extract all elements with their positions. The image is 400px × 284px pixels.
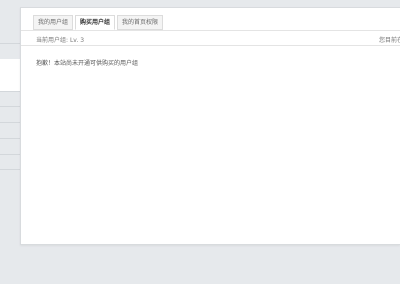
sidebar-divider	[0, 138, 20, 139]
tab-bar: 我的用户组 购买用户组 我的首页权限	[33, 15, 165, 30]
sidebar-divider	[0, 91, 20, 92]
sidebar-divider	[0, 43, 20, 44]
current-usergroup: 当前用户组: Lv. 3	[36, 35, 84, 44]
tab-my-usergroups[interactable]: 我的用户组	[33, 15, 74, 30]
tab-buy-usergroup[interactable]: 购买用户组	[75, 15, 116, 30]
page: 我的用户组 购买用户组 我的首页权限 当前用户组: Lv. 3 您目前在 抱歉！…	[0, 0, 400, 284]
tab-label: 我的首页权限	[122, 19, 159, 26]
info-bar: 当前用户组: Lv. 3 您目前在	[21, 30, 400, 46]
current-usergroup-label: 当前用户组:	[36, 37, 69, 44]
sidebar	[0, 0, 20, 284]
sidebar-divider	[0, 154, 20, 155]
sidebar-divider	[0, 122, 20, 123]
tab-label: 我的用户组	[38, 19, 69, 26]
current-usergroup-value: Lv. 3	[69, 37, 85, 44]
tab-label: 购买用户组	[80, 19, 111, 26]
current-status-text: 您目前在	[379, 37, 400, 44]
no-usergroup-notice: 抱歉！本站尚未开通可供购买的用户组	[36, 60, 139, 67]
main-panel: 我的用户组 购买用户组 我的首页权限 当前用户组: Lv. 3 您目前在 抱歉！…	[20, 7, 400, 245]
sidebar-item-active[interactable]	[0, 59, 20, 91]
tab-homepage-permissions[interactable]: 我的首页权限	[117, 15, 164, 30]
sidebar-divider	[0, 106, 20, 107]
sidebar-divider	[0, 169, 20, 170]
